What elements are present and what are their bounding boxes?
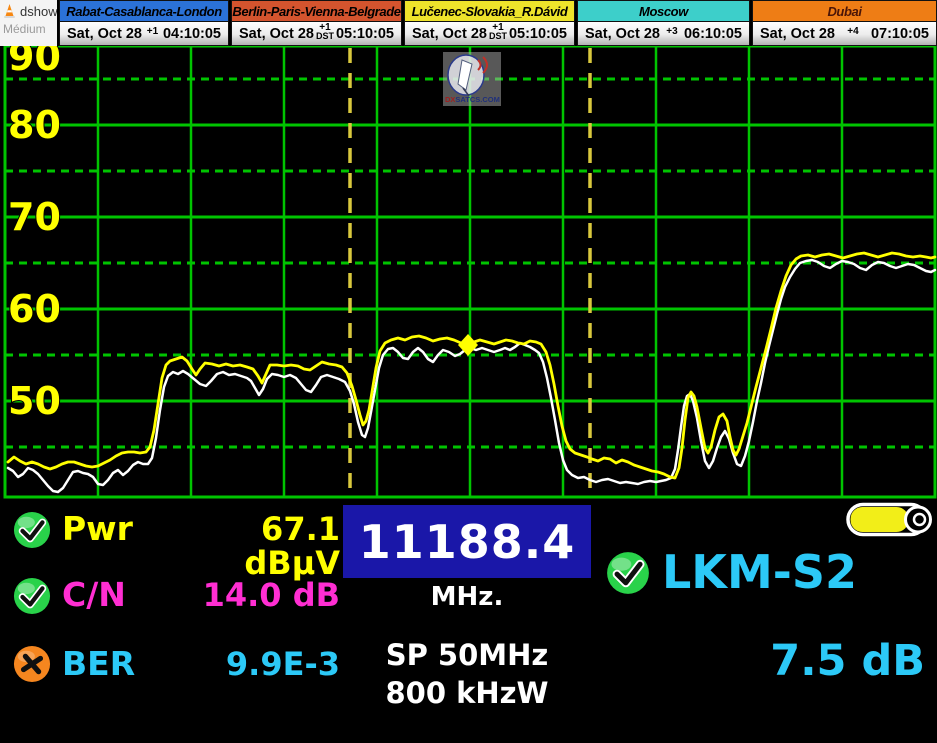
clock-date: Sat, Oct 28	[760, 26, 835, 42]
clock-utc-offset: +1DST	[489, 23, 507, 41]
clock-datetime: Sat, Oct 28 +1DST 05:10:05	[404, 22, 575, 46]
clock-cell-rabat: Rabat-Casablanca-London Sat, Oct 28 +1 0…	[57, 0, 229, 46]
ber-fail-cross-icon	[13, 645, 51, 683]
dxsatcs-watermark: DXSATCS.COM	[443, 52, 501, 106]
clock-date: Sat, Oct 28	[67, 26, 142, 42]
world-clock-bar: dshow Médium Rabat-Casablanca-London Sat…	[0, 0, 937, 46]
clock-utc-offset: +4	[847, 27, 858, 36]
clock-time-value: 04:10:05	[163, 26, 221, 42]
clock-time-value: 07:10:05	[871, 26, 929, 42]
clock-utc-offset: +1	[147, 27, 158, 36]
player-title: dshow	[20, 4, 57, 19]
y-axis-tick-label: 70	[8, 195, 61, 239]
live-trace	[8, 253, 935, 478]
traces	[8, 253, 935, 492]
frequency-value: 11188.4	[359, 515, 576, 569]
clock-utc-offset: +1DST	[316, 23, 334, 41]
clock-datetime: Sat, Oct 28 +1DST 05:10:05	[231, 22, 402, 46]
pwr-label: Pwr	[62, 512, 133, 547]
lock-standard-label: LKM-S2	[662, 545, 857, 599]
measurement-panel: Pwr 67.1 dBμV C/N 14.0 dB BER 9.9E-3 111…	[0, 500, 937, 743]
vlc-cone-icon	[2, 3, 17, 19]
clock-datetime: Sat, Oct 28 +1 04:10:05	[59, 22, 229, 46]
frequency-unit: MHz.	[343, 582, 591, 612]
clock-datetime: Sat, Oct 28 +4 07:10:05	[752, 22, 937, 46]
clock-time-value: 05:10:05	[336, 26, 394, 42]
clock-date: Sat, Oct 28	[585, 26, 660, 42]
clock-cell-dubai: Dubai Sat, Oct 28 +4 07:10:05	[750, 0, 937, 46]
pwr-value: 67.1 dBμV	[168, 513, 340, 580]
battery-icon	[846, 502, 936, 537]
player-subtitle: Médium	[0, 22, 57, 44]
cn-value: 14.0 dB	[168, 579, 340, 613]
clock-city: Rabat-Casablanca-London	[59, 0, 229, 22]
media-player-pane: dshow Médium	[0, 0, 57, 46]
resolution-setting: 800 kHzW	[343, 676, 591, 710]
svg-text:DXSATCS.COM: DXSATCS.COM	[445, 95, 500, 104]
lock-ok-check-icon	[606, 551, 650, 595]
clock-datetime: Sat, Oct 28 +3 06:10:05	[577, 22, 750, 46]
reference-trace	[8, 260, 935, 492]
ber-label: BER	[62, 647, 135, 682]
span-setting: SP 50MHz	[343, 638, 591, 672]
clock-time-value: 06:10:05	[684, 26, 742, 42]
clock-city: Lučenec-Slovakia_R.Dávid	[404, 0, 575, 22]
clock-time-value: 05:10:05	[509, 26, 567, 42]
cn-ok-check-icon	[13, 577, 51, 615]
clock-cell-lucenec: Lučenec-Slovakia_R.Dávid Sat, Oct 28 +1D…	[402, 0, 575, 46]
clock-city: Dubai	[752, 0, 937, 22]
clock-date: Sat, Oct 28	[239, 26, 314, 42]
y-axis-tick-label: 50	[8, 379, 61, 423]
pwr-ok-check-icon	[13, 511, 51, 549]
y-axis-tick-label: 60	[8, 287, 61, 331]
frequency-display-box: 11188.4	[343, 505, 591, 578]
grid	[5, 46, 935, 497]
clock-date: Sat, Oct 28	[412, 26, 487, 42]
cn-label: C/N	[62, 578, 126, 613]
clock-cell-moscow: Moscow Sat, Oct 28 +3 06:10:05	[575, 0, 750, 46]
y-axis-tick-label: 80	[8, 103, 61, 147]
ber-value: 9.9E-3	[168, 648, 340, 682]
y-axis-labels: 9080706050	[8, 35, 61, 423]
satellite-meter-screen: 9080706050DXSATCS.COM dshow Médium Rabat…	[0, 0, 937, 743]
clock-city: Moscow	[577, 0, 750, 22]
clock-city: Berlin-Paris-Vienna-Belgrade	[231, 0, 402, 22]
clock-cell-berlin: Berlin-Paris-Vienna-Belgrade Sat, Oct 28…	[229, 0, 402, 46]
link-margin-value: 7.5 dB	[697, 636, 925, 686]
player-title-row: dshow	[0, 0, 57, 22]
spectrum-chart: 9080706050DXSATCS.COM	[0, 0, 937, 500]
clock-utc-offset: +3	[666, 27, 677, 36]
